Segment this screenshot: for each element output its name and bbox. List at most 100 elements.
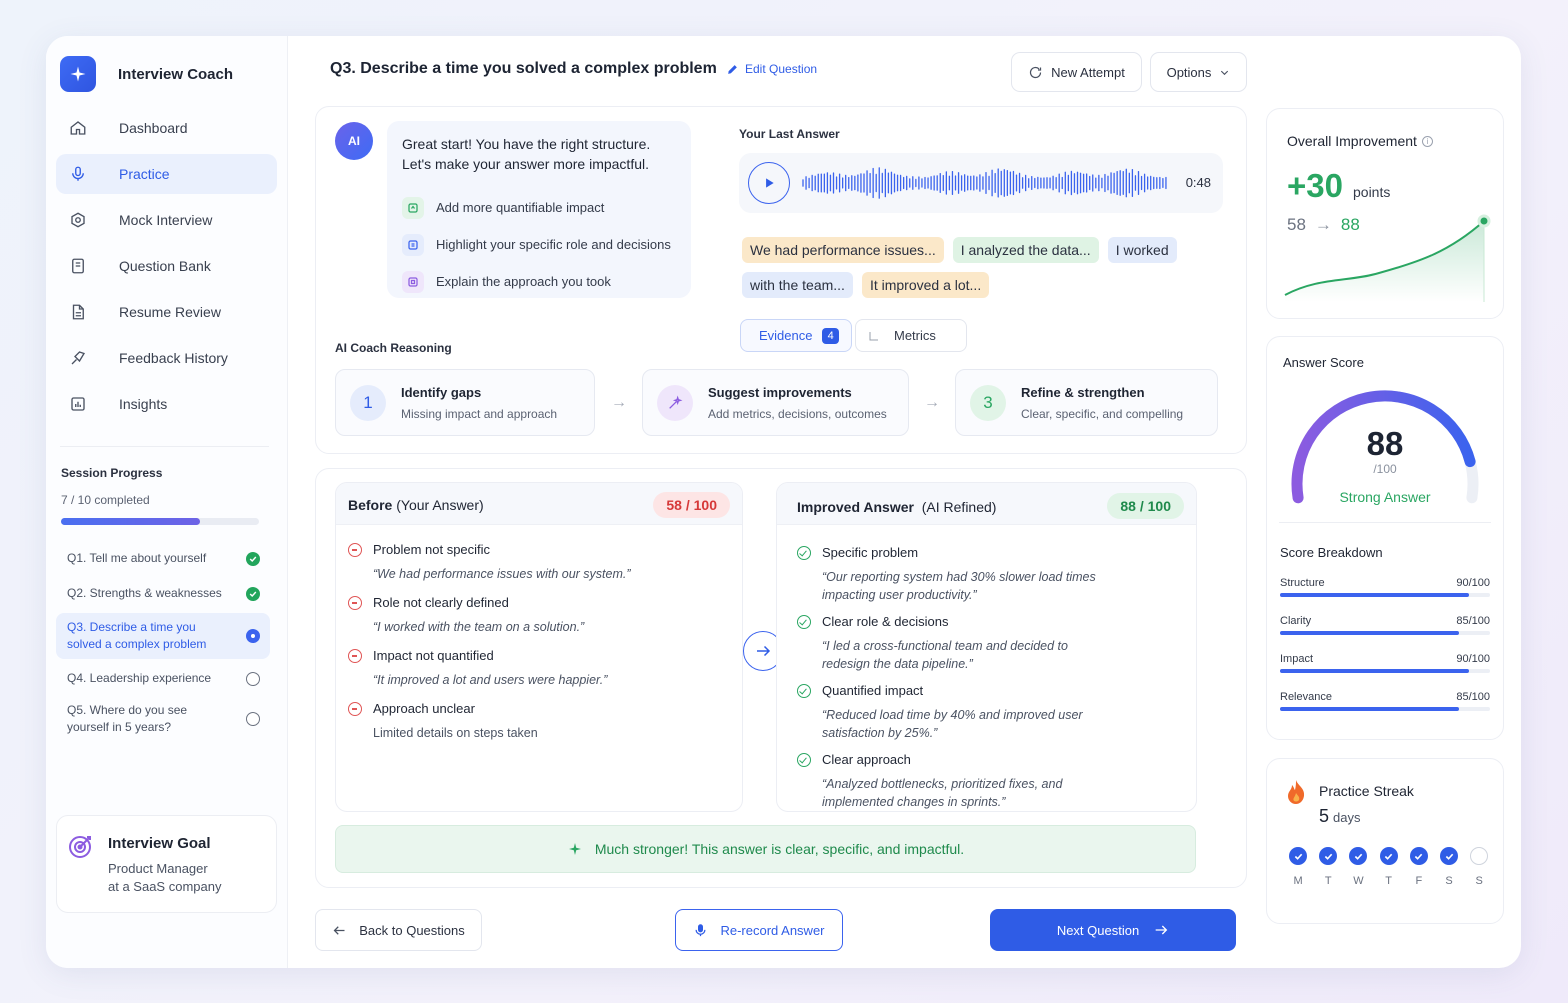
transcript-chip[interactable]: with the team... — [742, 272, 853, 298]
next-question-button[interactable]: Next Question — [990, 909, 1236, 951]
coach-message-line: Great start! You have the right structur… — [402, 136, 651, 152]
session-question-item[interactable]: Q2. Strengths & weaknesses — [56, 576, 270, 611]
brand[interactable]: Interview Coach — [60, 56, 233, 92]
session-question-item[interactable]: Q4. Leadership experience — [56, 661, 270, 696]
before-issue: Impact not quantified “It improved a lot… — [348, 647, 708, 689]
streak-unit: days — [1333, 810, 1361, 825]
step-title: Suggest improvements — [708, 385, 852, 400]
step-title: Refine & strengthen — [1021, 385, 1145, 400]
refresh-icon — [1030, 66, 1042, 78]
issue-quote: “It improved a lot and users were happie… — [373, 673, 608, 687]
improved-point: Clear role & decisions “I led a cross-fu… — [797, 613, 1157, 673]
sidebar-item-mock-interview[interactable]: Mock Interview — [56, 200, 277, 240]
edit-question-link[interactable]: Edit Question — [726, 62, 817, 76]
issue-quote: “We had performance issues with our syst… — [373, 567, 631, 581]
reasoning-step-suggest: Suggest improvements Add metrics, decisi… — [642, 369, 909, 436]
sidebar-item-label: Practice — [119, 166, 170, 182]
info-icon[interactable]: i — [1421, 135, 1433, 147]
before-issue: Role not clearly defined “I worked with … — [348, 594, 708, 636]
point-quote: “Our reporting system had 30% slower loa… — [822, 570, 1096, 602]
transcript-chip[interactable]: It improved a lot... — [861, 272, 990, 298]
improved-point: Clear approach “Analyzed bottlenecks, pr… — [797, 751, 1157, 811]
point-quote: “I led a cross-functional team and decid… — [822, 639, 1068, 671]
sparkle-icon — [568, 843, 581, 855]
sidebar-item-label: Question Bank — [119, 258, 211, 274]
document-icon — [68, 302, 88, 322]
improvement-title-text: Overall Improvement — [1287, 133, 1417, 149]
session-question-item[interactable]: Q5. Where do you see yourself in 5 years… — [56, 696, 270, 742]
sidebar-nav: Dashboard Practice Mock Interview Questi… — [56, 108, 277, 430]
sidebar-item-dashboard[interactable]: Dashboard — [56, 108, 277, 148]
session-question-item-current[interactable]: Q3. Describe a time you solved a complex… — [56, 613, 270, 659]
new-attempt-button[interactable]: New Attempt — [1011, 52, 1142, 92]
audio-duration: 0:48 — [1185, 175, 1211, 190]
streak-day: T — [1374, 847, 1404, 887]
sidebar-item-insights[interactable]: Insights — [56, 384, 277, 424]
coach-tip: Add more quantifiable impact — [402, 189, 671, 226]
role-icon — [402, 233, 424, 256]
check-circle-icon — [797, 684, 811, 698]
audio-player: 0:48 — [739, 153, 1223, 213]
improvement-unit: points — [1353, 184, 1391, 200]
sparkle-logo-icon — [60, 56, 96, 92]
improved-card-title: Improved Answer (AI Refined) — [797, 499, 996, 515]
improved-title-rest: (AI Refined) — [921, 499, 997, 515]
options-dropdown[interactable]: Options — [1150, 52, 1247, 92]
sidebar-item-practice[interactable]: Practice — [56, 154, 277, 194]
page-title: Q3. Describe a time you solved a complex… — [330, 60, 717, 77]
issue-quote: Limited details on steps taken — [373, 726, 538, 740]
point-quote: “Analyzed bottlenecks, prioritized fixes… — [822, 777, 1063, 809]
minus-circle-icon — [348, 596, 362, 610]
sidebar-item-question-bank[interactable]: Question Bank — [56, 246, 277, 286]
coach-tip-label: Explain the approach you took — [436, 274, 611, 289]
improved-point-list: Specific problem “Our reporting system h… — [797, 544, 1157, 811]
audio-waveform[interactable] — [801, 163, 1171, 203]
transcript-chip[interactable]: I analyzed the data... — [952, 237, 1099, 263]
streak-day: F — [1404, 847, 1434, 887]
breakdown-row-clarity: Clarity 85/100 — [1280, 615, 1490, 653]
comparison-panel: Before (Your Answer) 58 / 100 Problem no… — [315, 468, 1247, 888]
goal-line-role: Product Manager — [108, 861, 208, 876]
minus-circle-icon — [348, 649, 362, 663]
before-score-badge: 58 / 100 — [653, 492, 730, 518]
impact-icon — [402, 196, 424, 219]
rerecord-answer-button[interactable]: Re-record Answer — [675, 909, 843, 951]
sidebar-item-label: Resume Review — [119, 304, 221, 320]
before-card-header: Before (Your Answer) 58 / 100 — [336, 483, 742, 525]
sidebar-item-feedback-history[interactable]: Feedback History — [56, 338, 277, 378]
check-circle-icon — [1349, 847, 1368, 865]
transcript-chip[interactable]: I worked — [1107, 237, 1177, 263]
breakdown-label: Clarity — [1280, 615, 1312, 627]
answer-score-card: Answer Score 88 /100 Strong Answer Score… — [1266, 336, 1504, 740]
issue-label: Role not clearly defined — [373, 595, 509, 610]
streak-day-row: MTWTFSS — [1283, 847, 1494, 887]
sidebar-item-label: Dashboard — [119, 120, 188, 136]
check-circle-icon — [797, 615, 811, 629]
session-progress-title: Session Progress — [61, 466, 163, 480]
breakdown-bar — [1280, 631, 1490, 635]
session-progress-count: 7 / 10 completed — [61, 493, 150, 507]
play-button[interactable] — [748, 162, 790, 204]
answer-score-value: 88 — [1366, 425, 1404, 462]
breakdown-row-impact: Impact 90/100 — [1280, 653, 1490, 691]
breakdown-value: 85/100 — [1456, 691, 1490, 703]
microphone-icon — [695, 923, 706, 936]
check-circle-icon — [1379, 847, 1398, 865]
session-question-item[interactable]: Q1. Tell me about yourself — [56, 541, 270, 576]
transcript-chip[interactable]: We had performance issues... — [742, 237, 944, 263]
tab-evidence[interactable]: Evidence 4 — [740, 319, 852, 352]
coach-message: Great start! You have the right structur… — [402, 134, 682, 174]
trend-end-point — [1477, 214, 1491, 228]
tab-evidence-label: Evidence — [759, 328, 813, 343]
coach-tip-label: Add more quantifiable impact — [436, 200, 605, 215]
new-attempt-label: New Attempt — [1051, 64, 1125, 80]
interview-goal-description: Product Manager at a SaaS company — [108, 860, 258, 896]
improved-score-badge: 88 / 100 — [1107, 493, 1184, 519]
streak-day-label: S — [1445, 875, 1453, 887]
back-to-questions-button[interactable]: Back to Questions — [315, 909, 482, 951]
sidebar-item-resume-review[interactable]: Resume Review — [56, 292, 277, 332]
sidebar-item-label: Insights — [119, 396, 168, 412]
issue-label: Impact not quantified — [373, 648, 494, 663]
breakdown-bar-fill — [1280, 631, 1459, 635]
tab-metrics[interactable]: Metrics — [855, 319, 967, 352]
